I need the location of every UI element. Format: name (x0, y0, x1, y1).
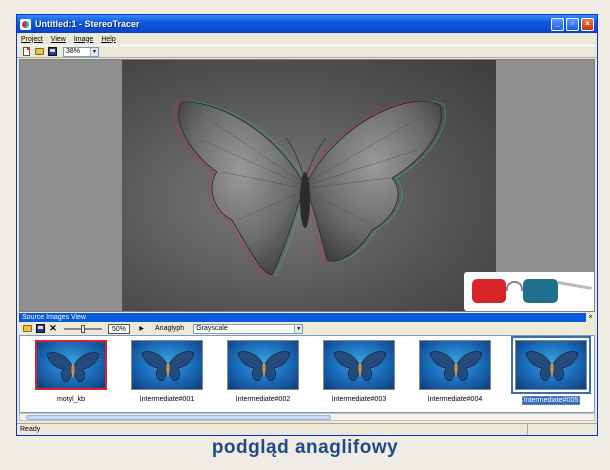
zoom-slider[interactable] (64, 324, 102, 333)
thumbnail-image[interactable] (227, 340, 299, 390)
menu-project[interactable]: Project (21, 36, 43, 43)
thumbnail-label: Intermediate#005 (521, 396, 581, 405)
play-icon[interactable]: ▶ (137, 324, 146, 334)
save-project-button[interactable] (47, 47, 57, 57)
image-caption: podgląd anaglifowy (211, 437, 399, 458)
menu-view[interactable]: View (51, 36, 66, 43)
anaglyph-mode-select[interactable]: Grayscale ▼ (193, 323, 304, 334)
anaglyph-preview-area[interactable] (19, 59, 595, 312)
thumbnail-label: Intermediate#001 (139, 396, 195, 403)
scrollbar-thumb[interactable] (26, 415, 331, 420)
new-file-icon (22, 47, 30, 56)
zoom-percent-field[interactable]: 50% (108, 323, 131, 334)
source-images-panel-header: Source Images View × (19, 313, 595, 322)
thumbnail-image[interactable] (35, 340, 107, 390)
main-toolbar: 38% ▼ (17, 45, 597, 58)
window-controls: _ ▫ × (551, 17, 594, 31)
menu-help[interactable]: Help (101, 36, 115, 43)
thumbnail-label: Intermediate#004 (427, 396, 483, 403)
chevron-down-icon[interactable]: ▼ (294, 324, 303, 333)
save-disk-icon (47, 47, 57, 56)
cyan-lens (523, 279, 558, 303)
source-images-title: Source Images View (22, 314, 87, 321)
open-project-button[interactable] (34, 47, 44, 57)
thumbnail-label: Intermediate#002 (235, 396, 291, 403)
status-text: Ready (20, 426, 41, 433)
source-images-toolbar: ✕ 50% ▶ Anaglyph Grayscale ▼ (19, 322, 595, 335)
thumbnail-item[interactable]: Intermediate#003 (321, 340, 397, 403)
thumbnail-image[interactable] (511, 336, 591, 394)
source-thumbnails-strip: motyl_kb Intermediate#001 Intermediate#0… (19, 335, 595, 413)
zoom-select[interactable]: 38% ▼ (63, 46, 99, 57)
status-cell (527, 424, 597, 435)
images-icon (22, 325, 32, 332)
new-project-button[interactable] (21, 47, 31, 57)
anaglyph-mode-label: Anaglyph (155, 325, 185, 332)
save-images-button[interactable] (35, 324, 45, 334)
menu-image[interactable]: Image (74, 36, 93, 43)
status-bar: Ready (17, 423, 597, 435)
anaglyph-glasses-icon (464, 272, 594, 311)
close-panel-icon[interactable]: × (586, 313, 595, 322)
anaglyph-mode-value: Grayscale (196, 325, 228, 332)
thumbnail-label: motyl_kb (56, 396, 85, 403)
menu-bar: Project View Image Help (17, 33, 597, 45)
thumbnail-item[interactable]: motyl_kb (33, 340, 109, 403)
window-title: Untitled:1 - StereoTracer (35, 19, 140, 29)
thumbnail-label: Intermediate#003 (331, 396, 387, 403)
save-disk-icon (35, 324, 45, 333)
butterfly-body (300, 172, 310, 228)
thumbnail-image[interactable] (323, 340, 395, 390)
red-lens (472, 279, 506, 303)
add-images-button[interactable] (22, 324, 32, 334)
delete-image-button[interactable]: ✕ (48, 324, 58, 334)
chevron-down-icon[interactable]: ▼ (90, 47, 98, 56)
app-window: Untitled:1 - StereoTracer _ ▫ × Project … (16, 14, 598, 436)
thumbnail-item[interactable]: Intermediate#002 (225, 340, 301, 403)
close-button[interactable]: × (581, 17, 594, 31)
anaglyph-image (122, 60, 496, 311)
thumbnail-item[interactable]: Intermediate#001 (129, 340, 205, 403)
thumbnail-image[interactable] (419, 340, 491, 390)
minimize-button[interactable]: _ (551, 17, 564, 31)
zoom-value: 38% (66, 48, 81, 55)
open-folder-icon (34, 48, 44, 55)
horizontal-scrollbar[interactable] (19, 413, 595, 421)
thumbnail-item-selected[interactable]: Intermediate#005 (511, 336, 591, 405)
title-bar[interactable]: Untitled:1 - StereoTracer _ ▫ × (17, 15, 597, 33)
butterfly-anaglyph (174, 100, 446, 276)
stereotracer-app-icon[interactable] (20, 18, 31, 30)
maximize-button[interactable]: ▫ (566, 17, 579, 31)
thumbnail-item[interactable]: Intermediate#004 (417, 340, 493, 403)
thumbnail-image[interactable] (131, 340, 203, 390)
zoom-slider-thumb[interactable] (81, 324, 85, 333)
